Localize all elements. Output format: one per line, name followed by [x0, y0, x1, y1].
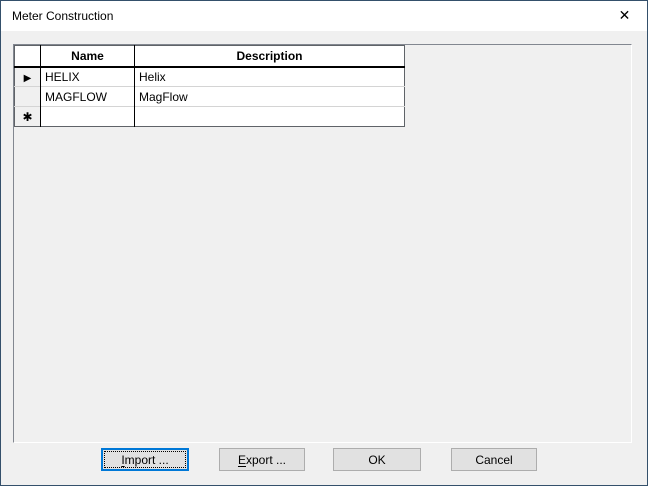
cell-description[interactable]: MagFlow: [134, 86, 405, 107]
export-button-label: xport ...: [246, 452, 287, 467]
import-button[interactable]: Import ...: [101, 448, 189, 471]
header-row: Name Description: [14, 45, 405, 68]
cell-name[interactable]: HELIX: [40, 66, 135, 87]
cell-name[interactable]: MAGFLOW: [40, 86, 135, 107]
close-icon: ✕: [618, 8, 631, 24]
import-button-label: mport ...: [124, 452, 169, 467]
meter-grid-panel: Name Description ▶ HELIX Helix MAGFLOW M…: [13, 44, 632, 443]
cell-name[interactable]: [40, 106, 135, 127]
row-selector-new[interactable]: ✱: [14, 106, 41, 127]
table-row: ▶ HELIX Helix: [14, 66, 405, 87]
meter-table: Name Description ▶ HELIX Helix MAGFLOW M…: [14, 45, 405, 127]
cell-description[interactable]: [134, 106, 405, 127]
cell-description[interactable]: Helix: [134, 66, 405, 87]
export-button[interactable]: Export ...: [219, 448, 305, 471]
table-row: MAGFLOW MagFlow: [14, 86, 405, 107]
row-selector-header[interactable]: [14, 45, 41, 68]
cancel-button[interactable]: Cancel: [451, 448, 537, 471]
table-row-new: ✱: [14, 106, 405, 127]
new-row-icon: ✱: [22, 109, 33, 124]
ok-button-label: OK: [368, 452, 386, 467]
cancel-button-label: Cancel: [475, 452, 513, 467]
window-title: Meter Construction: [12, 9, 114, 23]
title-bar: Meter Construction ✕: [1, 1, 647, 31]
column-header-name[interactable]: Name: [40, 45, 135, 68]
row-selector[interactable]: [14, 86, 41, 107]
row-selector-current[interactable]: ▶: [14, 66, 41, 87]
export-button-accesskey: E: [237, 452, 246, 467]
meter-construction-dialog: Meter Construction ✕ Name Description ▶ …: [0, 0, 648, 486]
close-button[interactable]: ✕: [602, 1, 647, 31]
ok-button[interactable]: OK: [333, 448, 421, 471]
current-row-icon: ▶: [23, 72, 32, 84]
column-header-description[interactable]: Description: [134, 45, 405, 68]
